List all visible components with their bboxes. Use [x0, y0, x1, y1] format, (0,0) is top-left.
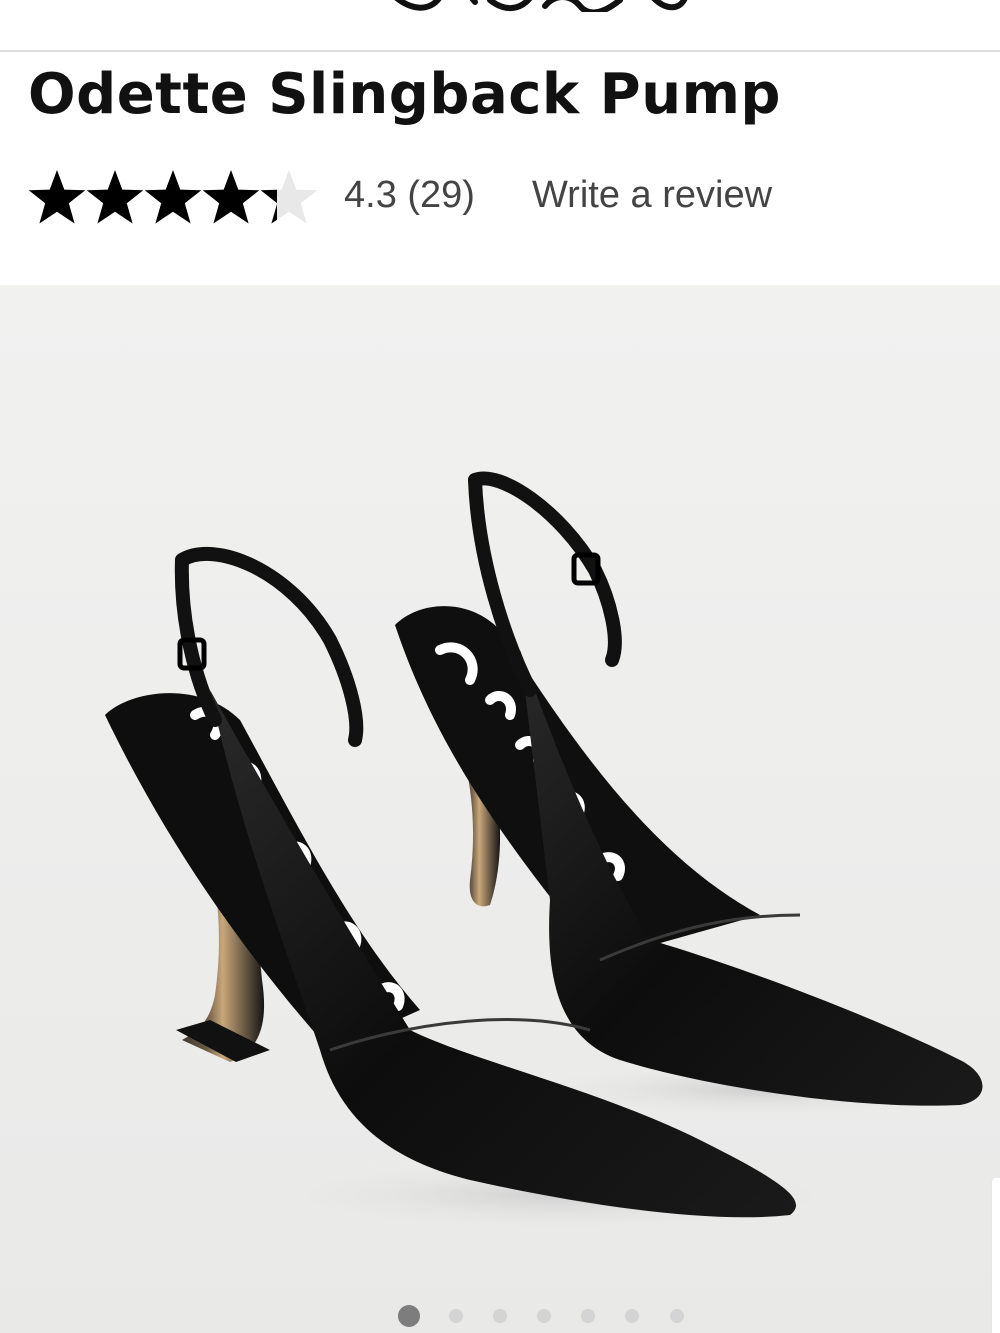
write-review-link[interactable]: Write a review	[532, 174, 772, 217]
gallery-dot-6[interactable]	[625, 1309, 639, 1323]
star-icon	[144, 170, 202, 224]
product-photo	[0, 285, 1000, 1333]
product-image-gallery[interactable]	[0, 285, 1000, 1333]
site-header	[0, 0, 1000, 52]
product-title: Odette Slingback Pump	[28, 62, 782, 127]
gallery-pagination	[398, 1303, 698, 1329]
star-icon	[86, 170, 144, 224]
gallery-dot-3[interactable]	[493, 1309, 507, 1323]
gallery-dot-1[interactable]	[398, 1305, 420, 1327]
gallery-dot-5[interactable]	[581, 1309, 595, 1323]
product-page: Odette Slingback Pump 4.3 (29) Write a r…	[0, 0, 1000, 1333]
rating-row: 4.3 (29) Write a review	[28, 162, 968, 228]
gallery-dot-2[interactable]	[449, 1309, 463, 1323]
gallery-dot-4[interactable]	[537, 1309, 551, 1323]
gallery-dot-7[interactable]	[670, 1309, 684, 1323]
brand-logo-icon[interactable]	[380, 0, 690, 12]
star-icon	[202, 170, 260, 224]
star-icon	[260, 170, 318, 224]
star-icon	[28, 170, 86, 224]
rating-summary: 4.3 (29)	[344, 174, 475, 216]
star-rating[interactable]	[28, 166, 320, 228]
next-image-peek[interactable]	[991, 1178, 1000, 1333]
